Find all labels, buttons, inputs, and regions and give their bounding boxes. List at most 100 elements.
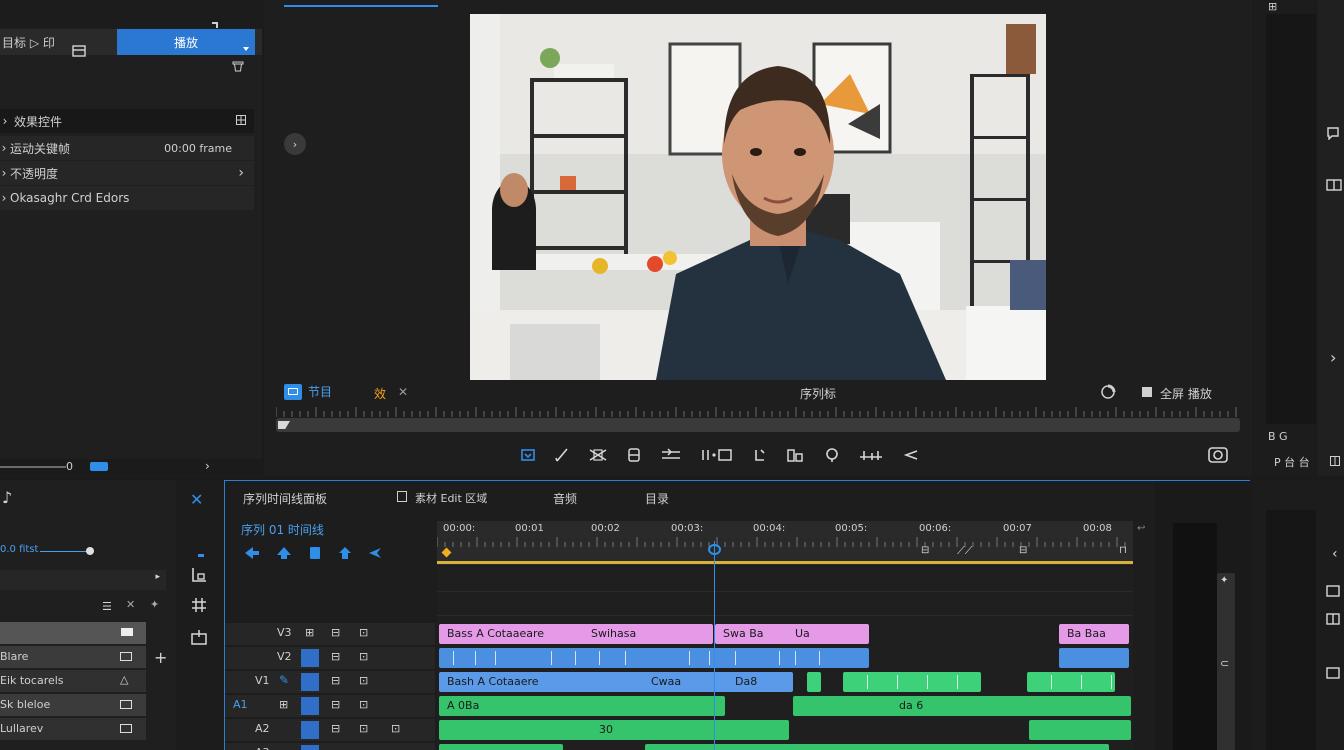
clip-a1-a[interactable]: A 0Ba — [439, 696, 725, 716]
effect-item-opacity[interactable]: › 不透明度 › — [0, 161, 254, 185]
export-frame-icon[interactable] — [786, 447, 806, 463]
fullscreen-box-icon[interactable] — [1142, 387, 1152, 397]
sync-icon[interactable]: ⊡ — [391, 722, 400, 735]
monitor-time-ruler[interactable] — [276, 405, 1240, 417]
ruler-box-icon[interactable]: ⊟ — [1019, 545, 1027, 556]
track-header-v3[interactable]: V3 ⊞ ⊟ ⊡ — [225, 623, 435, 645]
clip-v3-c[interactable]: Ba Baa — [1059, 624, 1129, 644]
timeline-playhead[interactable] — [714, 541, 715, 750]
selection-tool-icon[interactable]: ✕ — [190, 490, 203, 509]
chevron-right-icon[interactable]: › — [1330, 348, 1336, 367]
sequence-name[interactable]: 序列 01 时间线 — [241, 521, 324, 538]
pen-tool-icon[interactable] — [554, 447, 570, 463]
expand-arrow-icon[interactable]: › — [0, 166, 8, 180]
timeline-tab-sequence[interactable]: 序列时间线面板 — [243, 490, 327, 507]
video-preview[interactable] — [470, 14, 1046, 380]
ripple-tool-icon[interactable] — [190, 596, 208, 614]
clip-v1-a[interactable]: Bash A Cotaaere Cwaa Da8 — [439, 672, 793, 692]
monitor-tab-fx[interactable]: 效 — [374, 385, 386, 402]
chevron-right-icon[interactable]: › — [238, 165, 244, 181]
mic-icon[interactable]: ⊡ — [359, 722, 368, 735]
timeline-tab-directory[interactable]: 目录 — [645, 490, 669, 507]
trash-icon[interactable] — [230, 58, 246, 74]
add-icon[interactable]: + — [154, 648, 167, 667]
effects-search-row[interactable]: ▸ — [0, 570, 166, 590]
layout-icon[interactable] — [72, 44, 86, 58]
clip-a3-a[interactable] — [439, 744, 563, 750]
overwrite-icon[interactable] — [858, 447, 884, 463]
panel-icon[interactable] — [1326, 666, 1340, 680]
sync-icon[interactable]: ⊡ — [359, 650, 368, 663]
expand-arrow-icon[interactable]: › — [0, 191, 8, 205]
timeline-tab-source[interactable]: 素材 Edit 区域 — [415, 490, 487, 506]
effect-item-custom[interactable]: › Okasaghr Crd Edors — [0, 186, 254, 210]
effect-item-motion[interactable]: › 运动关键帧 00:00 frame — [0, 136, 254, 160]
clip-v1-green-b[interactable] — [843, 672, 981, 692]
extract-tool-icon[interactable] — [752, 447, 768, 463]
settings-wrench-icon[interactable] — [1100, 384, 1116, 400]
split-icon[interactable] — [1326, 612, 1340, 626]
clip-a2-a[interactable]: 30 — [439, 720, 789, 740]
marker-add-icon[interactable] — [307, 545, 323, 561]
settings-arrow-icon[interactable] — [367, 545, 383, 561]
trim-in-out-icon[interactable] — [700, 447, 734, 463]
list-item[interactable]: Eik tocarels △ — [0, 670, 146, 692]
list-item[interactable]: Blare — [0, 646, 146, 668]
clip-v3-a[interactable]: Bass A Cotaaeare Swihasa — [439, 624, 713, 644]
track-target-icon[interactable] — [301, 697, 319, 715]
fullscreen-label[interactable]: 全屏 播放 — [1160, 385, 1212, 402]
mic-icon[interactable]: ⊡ — [359, 698, 368, 711]
mute-icon[interactable]: ⊞ — [279, 698, 288, 711]
monitor-tab-program[interactable]: 节目 — [284, 383, 332, 400]
clip-icon[interactable] — [120, 700, 132, 709]
clip-v1-green-c[interactable] — [1027, 672, 1115, 692]
audio-note-icon[interactable]: ♪ — [2, 488, 12, 507]
grid-icon[interactable] — [1330, 456, 1340, 466]
clip-v2-a[interactable] — [439, 648, 869, 668]
ruler-flag-icon[interactable]: ⊓ — [1119, 545, 1127, 556]
lift-icon[interactable] — [337, 545, 353, 561]
track-header-v2[interactable]: V2 ⊟ ⊡ — [225, 647, 435, 669]
lock-icon[interactable]: ⊟ — [331, 650, 340, 663]
scroll-thumb-icon[interactable]: ⊂ — [1220, 657, 1229, 670]
play-select-button[interactable]: 播放 — [117, 29, 255, 55]
playhead-handle-icon[interactable] — [708, 544, 721, 555]
track-header-a3[interactable]: A3 — [225, 743, 435, 750]
pin-icon[interactable]: ✦ — [150, 598, 159, 611]
grid-icon[interactable] — [236, 115, 246, 125]
arrow-back-icon[interactable] — [902, 447, 920, 463]
close-icon[interactable]: ✕ — [398, 385, 408, 399]
snap-icon[interactable] — [243, 545, 261, 561]
folder-icon[interactable] — [120, 627, 134, 637]
track-header-v1[interactable]: V1 ✎ ⊟ ⊡ — [225, 671, 435, 693]
effect-item-value[interactable]: 00:00 frame — [164, 142, 232, 155]
ruler-end-icon[interactable]: ↩ — [1137, 523, 1145, 534]
clip-v3-b[interactable]: Swa Ba Ua — [715, 624, 869, 644]
list-item[interactable]: Sk bleloe — [0, 694, 146, 716]
chat-bubble-icon[interactable] — [1326, 126, 1340, 140]
close-icon[interactable]: ✕ — [126, 598, 135, 611]
layout-icon[interactable] — [1326, 584, 1340, 598]
chevron-left-icon[interactable]: ‹ — [1332, 546, 1338, 562]
timeline-scrollbar[interactable]: ✦ ⊂ — [1217, 573, 1235, 750]
expand-arrow-icon[interactable]: › — [0, 114, 10, 128]
ripple-edit-icon[interactable] — [660, 447, 682, 463]
triangle-icon[interactable]: △ — [120, 673, 128, 686]
ruler-slash-icon[interactable]: ⟋⟋ — [957, 544, 972, 558]
track-target-icon[interactable] — [301, 745, 319, 750]
track-target-icon[interactable] — [301, 721, 319, 739]
in-point-marker-icon[interactable] — [441, 547, 452, 558]
list-view-icon[interactable]: ☰ — [102, 600, 112, 613]
marker-tool-icon[interactable] — [520, 447, 536, 463]
scrub-bar[interactable]: 0 › — [0, 459, 262, 475]
expand-arrow-icon[interactable]: ▸ — [155, 572, 160, 582]
scale-knob[interactable] — [86, 547, 94, 555]
razor-tool-icon[interactable] — [588, 447, 608, 463]
clip-icon[interactable] — [120, 652, 132, 661]
sync-icon[interactable]: ⊡ — [359, 626, 368, 639]
eye-icon[interactable]: ⊞ — [305, 626, 314, 639]
slip-tool-icon[interactable] — [190, 628, 208, 646]
clip-a2-b[interactable] — [1029, 720, 1131, 740]
track-target-icon[interactable] — [301, 673, 319, 691]
track-header-a2[interactable]: A2 ⊟ ⊡ ⊡ — [225, 719, 435, 741]
